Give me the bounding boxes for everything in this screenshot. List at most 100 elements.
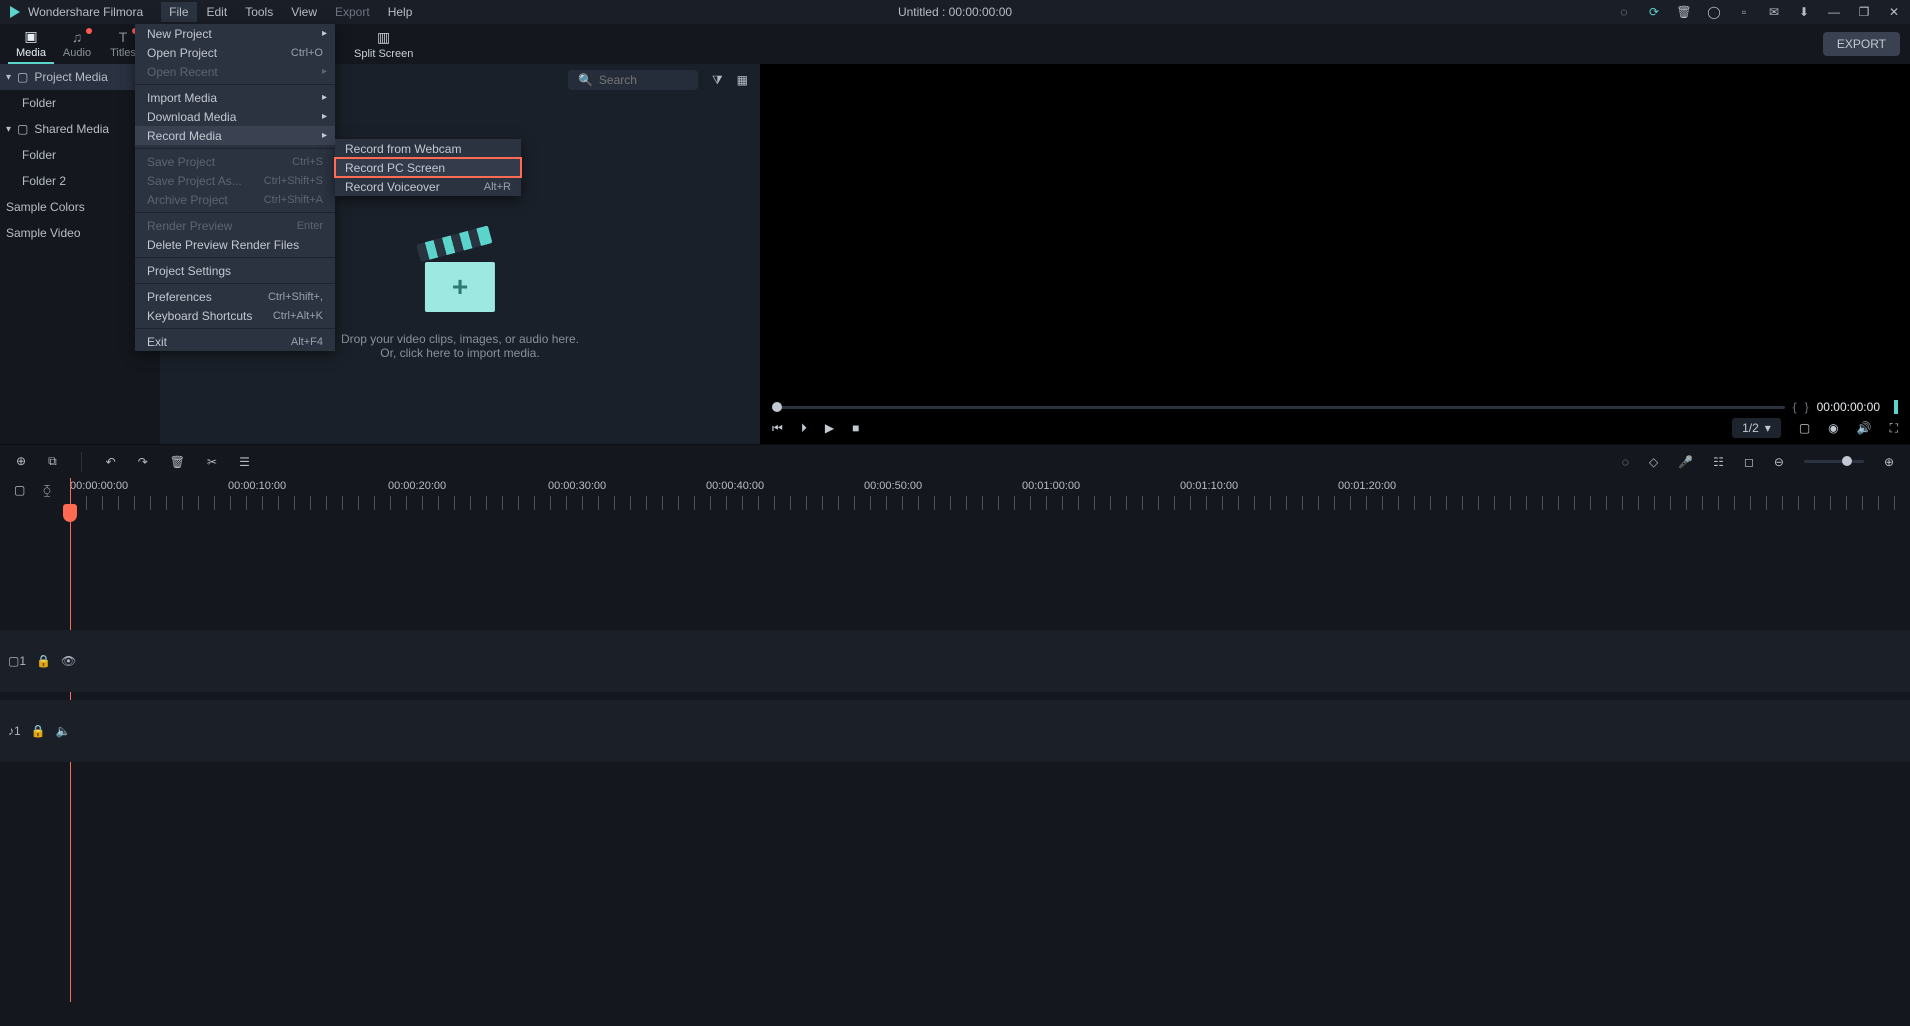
chevron-down-icon: ▾ bbox=[6, 124, 11, 135]
ruler-label: 00:01:20:00 bbox=[1338, 480, 1396, 492]
shield-icon[interactable]: ◇ bbox=[1649, 455, 1658, 469]
menu-item-label: New Project bbox=[147, 27, 212, 41]
undo-icon[interactable]: ↶ bbox=[106, 455, 116, 469]
zoom-out-icon[interactable]: ⊖ bbox=[1774, 455, 1784, 469]
playhead-handle[interactable] bbox=[63, 504, 77, 522]
save-icon[interactable]: ▫ bbox=[1736, 5, 1752, 19]
trash-icon[interactable]: 🗑 bbox=[1676, 5, 1692, 19]
tree-label: Folder bbox=[22, 148, 56, 162]
snapshot-icon[interactable]: ◉ bbox=[1828, 421, 1838, 435]
file-menu-item[interactable]: Import Media▸ bbox=[135, 88, 335, 107]
tab-split-screen[interactable]: ▥ Split Screen bbox=[340, 29, 427, 60]
play-icon[interactable]: ▶ bbox=[825, 421, 834, 435]
search-field[interactable] bbox=[599, 73, 679, 87]
menu-item-label: Record PC Screen bbox=[345, 161, 445, 175]
export-button[interactable]: EXPORT bbox=[1823, 32, 1900, 56]
tab-media-label: Media bbox=[16, 47, 46, 59]
file-menu-item: Render PreviewEnter bbox=[135, 216, 335, 235]
preview-seekbar[interactable]: { } 00:00:00:00 bbox=[772, 400, 1898, 414]
timeline: ▢ ⧲ 00:00:00:00 00:00:10:00 00:00:20:00 … bbox=[0, 478, 1910, 1002]
mute-icon[interactable]: 🔈 bbox=[56, 724, 71, 738]
refresh-icon[interactable]: ⟳ bbox=[1646, 5, 1662, 19]
media-drop-zone[interactable]: Drop your video clips, images, or audio … bbox=[341, 244, 579, 360]
file-menu-item[interactable]: ExitAlt+F4 bbox=[135, 332, 335, 351]
file-menu-item[interactable]: Delete Preview Render Files bbox=[135, 235, 335, 254]
shortcut-label: Ctrl+Alt+K bbox=[273, 310, 323, 322]
document-title: Untitled : 00:00:00:00 bbox=[898, 5, 1012, 19]
end-marker-icon bbox=[1894, 400, 1898, 414]
track-label: ▢1 bbox=[8, 654, 26, 668]
record-submenu-item[interactable]: Record from Webcam bbox=[335, 139, 521, 158]
audio-track[interactable]: ♪1 🔒 🔈 bbox=[0, 700, 1910, 762]
redo-icon[interactable]: ↷ bbox=[138, 455, 148, 469]
ruler-label: 00:00:40:00 bbox=[706, 480, 764, 492]
file-menu-item[interactable]: New Project▸ bbox=[135, 24, 335, 43]
menu-view[interactable]: View bbox=[283, 2, 325, 22]
zoom-ratio-dropdown[interactable]: 1/2 ▾ bbox=[1732, 418, 1781, 438]
file-menu-item[interactable]: Open ProjectCtrl+O bbox=[135, 43, 335, 62]
drop-text2: Or, click here to import media. bbox=[341, 346, 579, 360]
color-wheel-icon[interactable]: ◌ bbox=[1622, 455, 1629, 469]
tab-media[interactable]: ▣ Media bbox=[8, 24, 54, 64]
list-icon[interactable]: ☷ bbox=[1713, 455, 1724, 469]
tree-label: Folder 2 bbox=[22, 174, 66, 188]
brace-left[interactable]: { bbox=[1793, 400, 1797, 414]
cut-icon[interactable]: ✂ bbox=[207, 455, 217, 469]
menu-item-label: Record Media bbox=[147, 129, 222, 143]
magnet-icon[interactable]: ⧲ bbox=[43, 483, 50, 498]
chevron-right-icon: ▸ bbox=[322, 92, 327, 103]
file-menu-item[interactable]: Download Media▸ bbox=[135, 107, 335, 126]
file-menu-item: Archive ProjectCtrl+Shift+A bbox=[135, 190, 335, 209]
prev-frame-icon[interactable]: ⏵ bbox=[801, 421, 807, 436]
eye-icon[interactable]: 👁 bbox=[61, 654, 76, 668]
tab-audio[interactable]: ♫ Audio bbox=[54, 24, 100, 64]
subtab-row: ▥ Split Screen bbox=[340, 24, 427, 64]
file-menu-item[interactable]: Record Media▸ bbox=[135, 126, 335, 145]
user-icon[interactable]: ◯ bbox=[1706, 5, 1722, 19]
zoom-in-icon[interactable]: ⊕ bbox=[1884, 455, 1894, 469]
delete-icon[interactable]: 🗑 bbox=[170, 455, 185, 469]
lock-icon[interactable]: 🔒 bbox=[36, 654, 51, 668]
lightbulb-icon[interactable]: ◌ bbox=[1616, 5, 1632, 19]
file-menu-item[interactable]: Project Settings bbox=[135, 261, 335, 280]
download-icon[interactable]: ⬇ bbox=[1796, 5, 1812, 19]
volume-icon[interactable]: 🔊 bbox=[1857, 421, 1872, 435]
maximize-icon[interactable]: ❐ bbox=[1856, 5, 1872, 19]
track-header-icon[interactable]: ▢ bbox=[14, 483, 25, 497]
file-menu-item: Save ProjectCtrl+S bbox=[135, 152, 335, 171]
menu-tools[interactable]: Tools bbox=[237, 2, 281, 22]
menu-help[interactable]: Help bbox=[380, 2, 421, 22]
video-track[interactable]: ▢1 🔒 👁 bbox=[0, 630, 1910, 692]
minimize-icon[interactable]: — bbox=[1826, 5, 1842, 19]
file-menu-item[interactable]: PreferencesCtrl+Shift+, bbox=[135, 287, 335, 306]
filter-icon[interactable]: ⧩ bbox=[712, 73, 723, 88]
bookmark-icon[interactable]: ⧉ bbox=[48, 454, 57, 469]
crop-icon[interactable]: ◻ bbox=[1744, 455, 1754, 469]
record-submenu-item[interactable]: Record VoiceoverAlt+R bbox=[335, 177, 521, 196]
search-input[interactable]: 🔍 bbox=[568, 70, 698, 90]
add-media-icon[interactable]: ⊕ bbox=[16, 454, 26, 469]
close-icon[interactable]: ✕ bbox=[1886, 5, 1902, 19]
playhead-knob[interactable] bbox=[772, 402, 782, 412]
grid-view-icon[interactable]: ▦ bbox=[737, 73, 748, 87]
stop-icon[interactable]: ■ bbox=[852, 421, 859, 435]
menu-edit[interactable]: Edit bbox=[199, 2, 236, 22]
settings-icon[interactable]: ☰ bbox=[239, 455, 250, 469]
file-menu-item[interactable]: Keyboard ShortcutsCtrl+Alt+K bbox=[135, 306, 335, 325]
brace-right[interactable]: } bbox=[1805, 400, 1809, 414]
timeline-ruler[interactable]: 00:00:00:00 00:00:10:00 00:00:20:00 00:0… bbox=[70, 478, 1910, 512]
mic-icon[interactable]: 🎤 bbox=[1678, 455, 1693, 469]
menu-item-label: Exit bbox=[147, 335, 167, 349]
ratio-label: 1/2 bbox=[1742, 421, 1759, 435]
zoom-slider[interactable] bbox=[1804, 460, 1864, 463]
ruler-label: 00:00:20:00 bbox=[388, 480, 446, 492]
record-submenu-item[interactable]: Record PC Screen bbox=[335, 158, 521, 177]
mail-icon[interactable]: ✉ bbox=[1766, 5, 1782, 19]
lock-icon[interactable]: 🔒 bbox=[31, 724, 46, 738]
step-back-icon[interactable]: ⏮ bbox=[772, 421, 783, 436]
menu-file[interactable]: File bbox=[161, 2, 196, 22]
monitor-icon[interactable]: ▢ bbox=[1799, 421, 1810, 435]
menu-export[interactable]: Export bbox=[327, 2, 378, 22]
fullscreen-icon[interactable]: ⛶ bbox=[1890, 421, 1898, 436]
menu-item-label: Save Project As... bbox=[147, 174, 242, 188]
